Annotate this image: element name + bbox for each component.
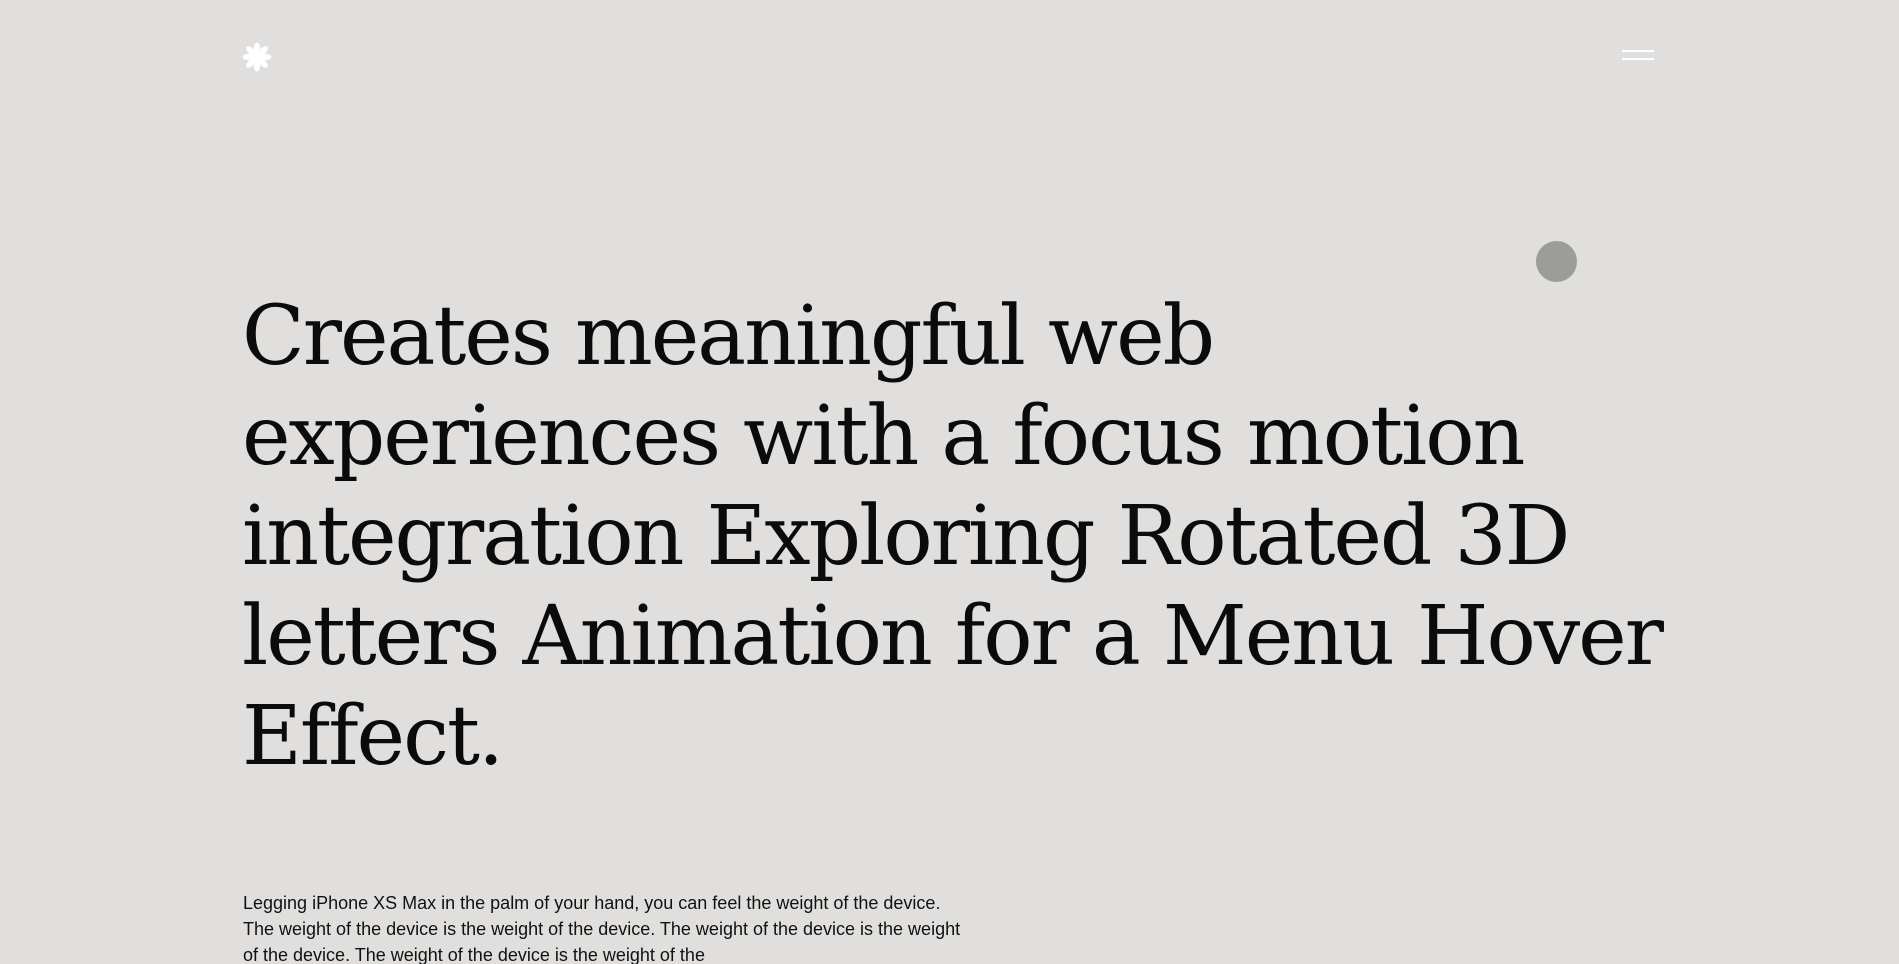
menu-bar-bottom: [1622, 58, 1654, 60]
menu-bar-top: [1622, 50, 1654, 52]
cursor-follower-dot: [1536, 241, 1577, 282]
logo-asterisk-icon[interactable]: [242, 42, 272, 72]
hero-description: Legging iPhone XS Max in the palm of you…: [243, 893, 961, 964]
hamburger-menu-icon[interactable]: [1622, 48, 1655, 64]
hero-headline: Creates meaningful web experiences with …: [242, 289, 1664, 784]
